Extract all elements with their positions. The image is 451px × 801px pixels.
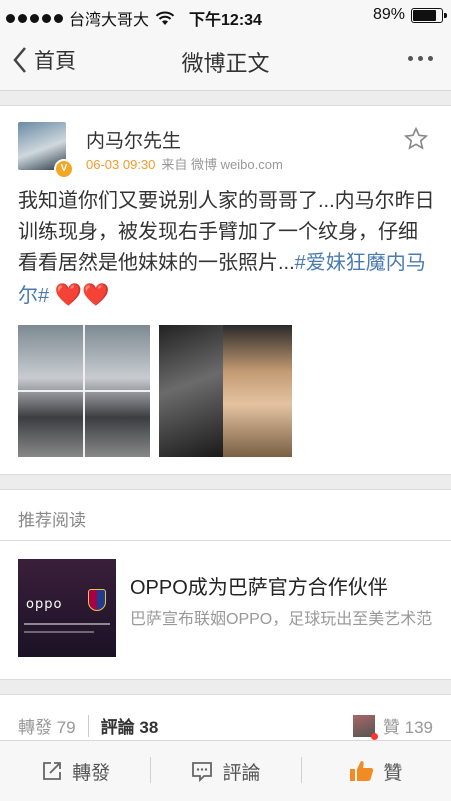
recommend-thumbnail: oppo — [18, 559, 116, 657]
battery-fill — [413, 9, 436, 21]
thumbs-up-icon — [350, 761, 374, 781]
like-label: 贊 — [383, 762, 403, 784]
barcelona-crest-icon — [88, 589, 106, 611]
status-bar: 台湾大哥大 下午12:34 89% — [0, 0, 451, 30]
recommend-item[interactable]: oppo OPPO成为巴萨官方合作伙伴 巴萨宣布联姻OPPO，足球玩出至美艺术范 — [0, 540, 451, 680]
post-image-training[interactable] — [18, 325, 150, 457]
post-image-tattoo[interactable] — [159, 325, 292, 457]
post-time: 06-03 09:30 — [86, 157, 156, 172]
comment-button[interactable]: 評論 — [150, 741, 300, 801]
comment-icon — [192, 762, 213, 783]
comment-count[interactable]: 評論 38 — [101, 713, 159, 738]
post-meta: 06-03 09:30 来自 微博 weibo.com — [86, 154, 283, 173]
battery-percent: 89% — [372, 6, 405, 23]
comment-label: 評論 — [222, 762, 261, 784]
post-text: 我知道你们又要说别人家的哥哥了...内马尔昨日训练现身，被发现右手臂加了一个纹身… — [18, 186, 436, 312]
page-title: 微博正文 — [181, 51, 270, 76]
repost-count[interactable]: 轉發 79 — [18, 713, 76, 738]
like-button[interactable]: 贊 — [300, 741, 451, 801]
battery-icon — [411, 7, 447, 23]
post-source: 来自 微博 weibo.com — [161, 157, 283, 172]
recommend-desc: 巴萨宣布联姻OPPO，足球玩出至美艺术范 — [130, 611, 433, 628]
heart-emoji: ❤️❤️ — [54, 282, 110, 307]
weibo-post: V 内马尔先生 06-03 09:30 来自 微博 weibo.com 我知道你们… — [0, 105, 451, 475]
more-button[interactable] — [404, 46, 437, 71]
repost-button[interactable]: 轉發 — [0, 741, 150, 801]
nav-bar: 首頁 微博正文 — [0, 30, 451, 91]
oppo-logo: oppo — [26, 597, 63, 612]
like-summary[interactable]: 贊 139 — [352, 713, 433, 740]
repost-icon — [43, 762, 62, 780]
favorite-button[interactable] — [403, 126, 429, 157]
repost-label: 轉發 — [72, 762, 111, 784]
more-icon — [408, 56, 413, 61]
star-icon — [403, 126, 429, 150]
verified-badge-icon: V — [54, 159, 74, 179]
like-count: 贊 139 — [382, 718, 433, 737]
battery-info: 89% — [372, 6, 447, 24]
recommend-title: OPPO成为巴萨官方合作伙伴 — [130, 577, 388, 599]
recommend-header: 推荐阅读 — [0, 489, 451, 541]
liker-avatar — [352, 714, 378, 740]
post-username[interactable]: 内马尔先生 — [86, 126, 181, 153]
recommend-header-label: 推荐阅读 — [18, 511, 86, 530]
bottom-toolbar: 轉發 評論 贊 — [0, 740, 451, 801]
